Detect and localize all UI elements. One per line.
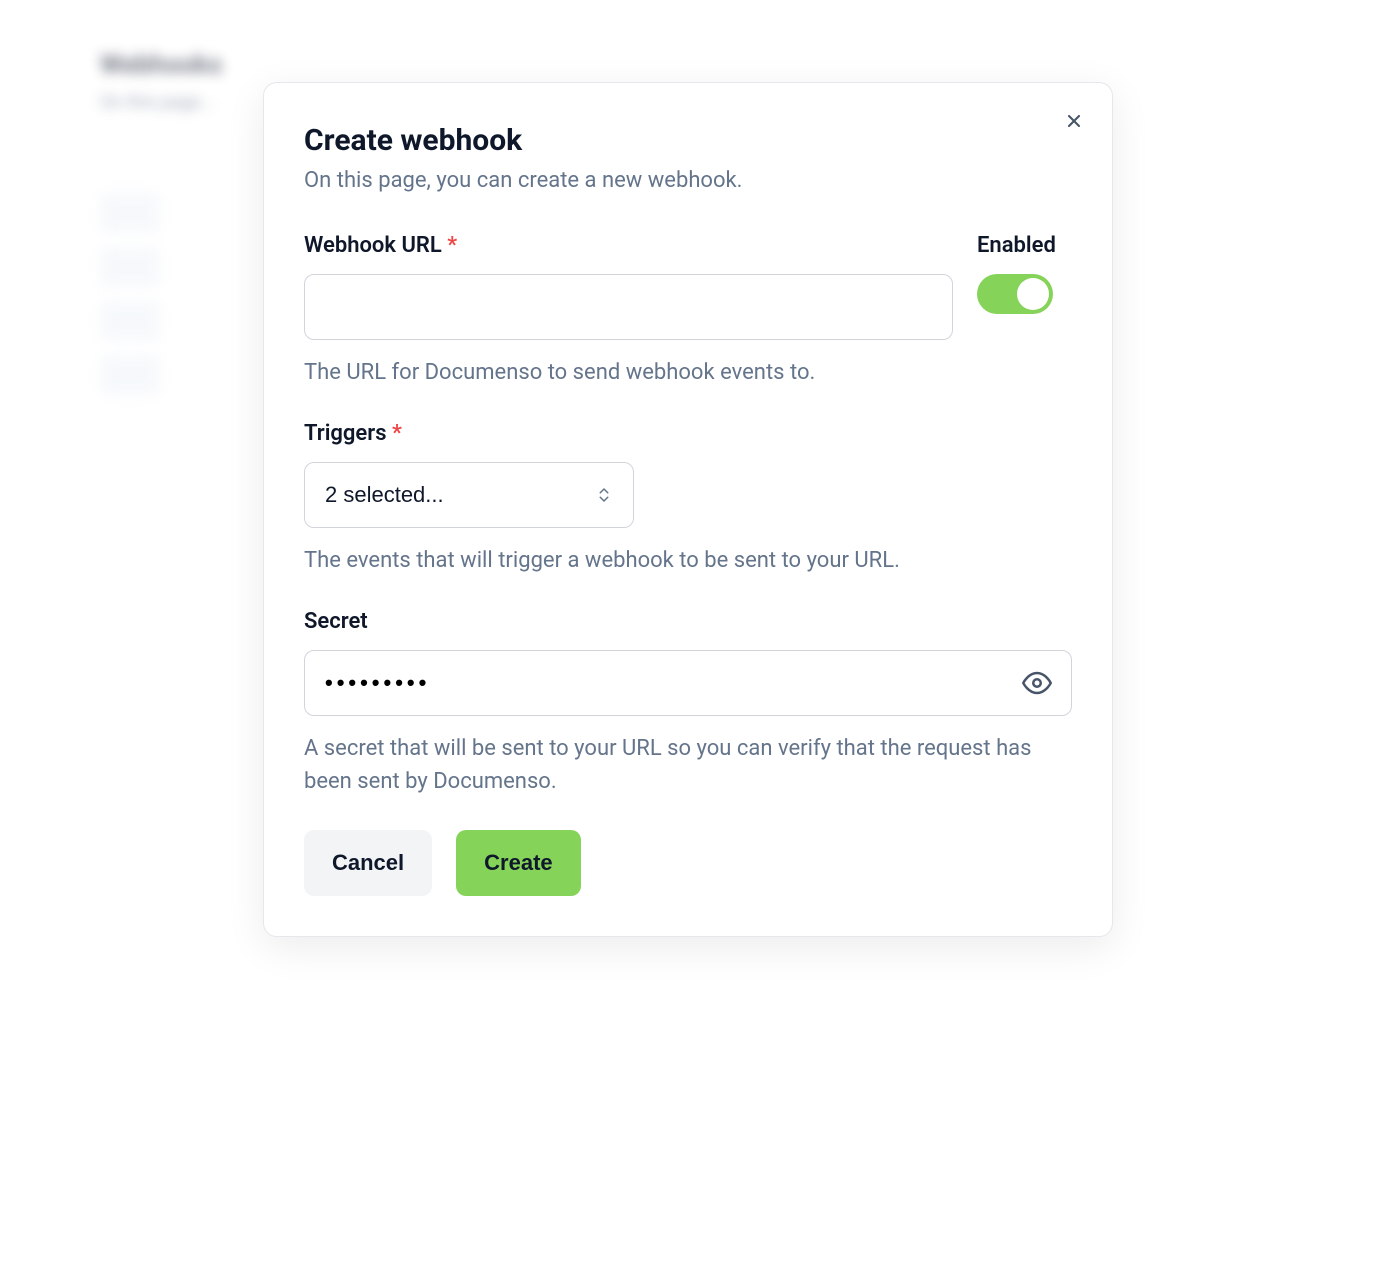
triggers-label: Triggers *: [304, 421, 1072, 446]
secret-input[interactable]: [304, 650, 1072, 716]
triggers-selected-text: 2 selected...: [325, 482, 444, 508]
create-button[interactable]: Create: [456, 830, 580, 896]
enabled-label: Enabled: [977, 233, 1072, 258]
button-row: Cancel Create: [304, 830, 1072, 896]
secret-group: Secret A secret that will be sent to you…: [304, 609, 1072, 798]
create-webhook-modal: Create webhook On this page, you can cre…: [263, 82, 1113, 937]
webhook-url-group: Webhook URL * The URL for Documenso to s…: [304, 233, 953, 389]
enabled-toggle[interactable]: [977, 274, 1053, 314]
show-secret-button[interactable]: [1022, 668, 1052, 698]
triggers-select[interactable]: 2 selected...: [304, 462, 634, 528]
triggers-group: Triggers * 2 selected... The events that…: [304, 421, 1072, 577]
chevron-up-down-icon: [595, 486, 613, 504]
cancel-button[interactable]: Cancel: [304, 830, 432, 896]
webhook-url-input[interactable]: [304, 274, 953, 340]
webhook-url-help: The URL for Documenso to send webhook ev…: [304, 356, 953, 389]
toggle-knob: [1017, 278, 1049, 310]
secret-help: A secret that will be sent to your URL s…: [304, 732, 1072, 798]
triggers-help: The events that will trigger a webhook t…: [304, 544, 1072, 577]
close-icon: [1064, 111, 1084, 131]
enabled-group: Enabled: [977, 233, 1072, 314]
webhook-url-label: Webhook URL *: [304, 233, 953, 258]
close-button[interactable]: [1060, 107, 1088, 135]
eye-icon: [1022, 668, 1052, 698]
modal-overlay: Create webhook On this page, you can cre…: [0, 0, 1376, 1280]
secret-label: Secret: [304, 609, 1072, 634]
modal-title: Create webhook: [304, 123, 1072, 158]
modal-subtitle: On this page, you can create a new webho…: [304, 168, 1072, 193]
